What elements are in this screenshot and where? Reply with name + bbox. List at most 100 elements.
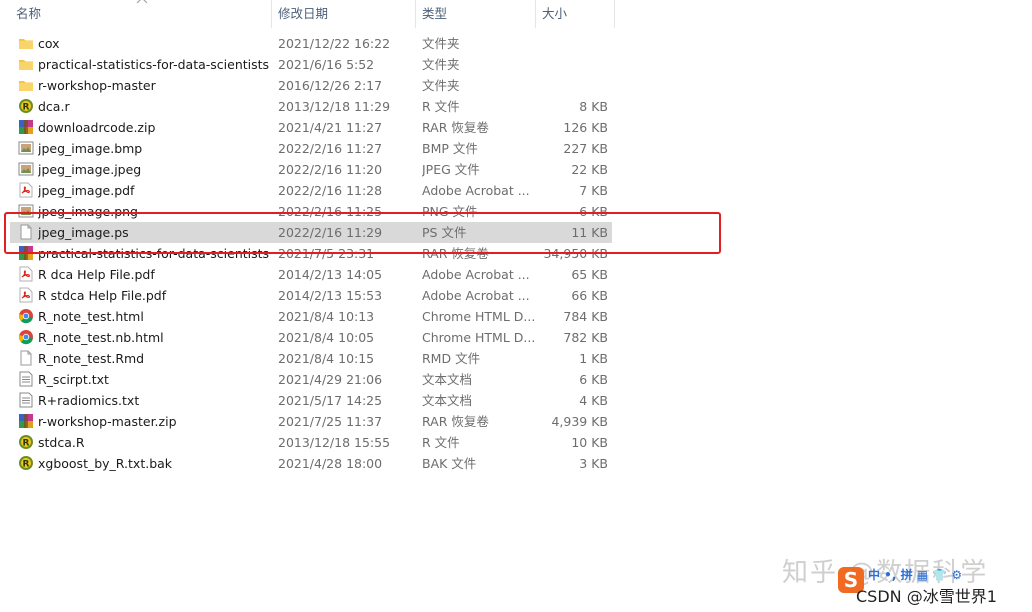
r-file-icon: R — [18, 455, 34, 471]
file-row[interactable]: R stdca Help File.pdf 2014/2/13 15:53 Adob… — [10, 285, 612, 306]
header-name[interactable]: 名称 — [10, 0, 272, 28]
file-size: 3 KB — [579, 456, 608, 471]
file-type: Adobe Acrobat ... — [422, 267, 530, 282]
file-size — [530, 54, 608, 75]
file-size — [530, 33, 608, 54]
watermark-csdn: CSDN @冰雪世界1 — [856, 587, 997, 606]
column-header: 名称 修改日期 类型 大小 — [0, 0, 615, 28]
file-row[interactable]: jpeg_image.png 2022/2/16 11:25 PNG 文件 6 KB — [10, 201, 612, 222]
file-date: 2021/8/4 10:05 — [278, 330, 375, 345]
file-size: 7 KB — [579, 183, 608, 198]
file-type: 文件夹 — [422, 57, 460, 72]
chrome-html-icon — [18, 329, 34, 345]
file-row[interactable]: jpeg_image.bmp 2022/2/16 11:27 BMP 文件 227 K… — [10, 138, 612, 159]
file-row[interactable]: r-workshop-master.zip 2021/7/25 11:37 RAR … — [10, 411, 612, 432]
file-size: 782 KB — [563, 330, 608, 345]
file-name: R stdca Help File.pdf — [38, 288, 167, 303]
rar-archive-icon — [18, 413, 34, 429]
pdf-file-icon — [18, 266, 34, 282]
ime-toolbar: 中 •, 拼 ▦ 👕 ⚙ — [868, 568, 963, 582]
file-type: RAR 恢复卷 — [422, 120, 489, 135]
file-size: 10 KB — [571, 435, 608, 450]
svg-text:R: R — [23, 103, 30, 113]
file-type: RMD 文件 — [422, 351, 481, 366]
file-name: R_scirpt.txt — [38, 372, 109, 387]
file-type: Chrome HTML D... — [422, 309, 534, 324]
file-row[interactable]: R+radiomics.txt 2021/5/17 14:25 文本文档 4 KB — [10, 390, 612, 411]
blank-file-icon — [18, 224, 34, 240]
file-size: 784 KB — [563, 309, 608, 324]
file-name: R+radiomics.txt — [38, 393, 140, 408]
file-type: R 文件 — [422, 99, 460, 114]
file-name: practical-statistics-for-data-scientists… — [38, 246, 270, 261]
header-size[interactable]: 大小 — [536, 0, 615, 28]
file-row[interactable]: practical-statistics-for-data-scientists… — [10, 243, 612, 264]
file-row[interactable]: R_note_test.html 2021/8/4 10:13 Chrome HTM… — [10, 306, 612, 327]
file-row[interactable]: Rdca.r 2013/12/18 11:29 R 文件 8 KB — [10, 96, 612, 117]
file-name: R_note_test.nb.html — [38, 330, 164, 345]
file-row[interactable]: jpeg_image.ps 2022/2/16 11:29 PS 文件 11 KB — [10, 222, 612, 243]
rar-archive-icon — [18, 245, 34, 261]
file-size: 126 KB — [563, 120, 608, 135]
file-size: 4,939 KB — [551, 414, 608, 429]
file-name: stdca.R — [38, 435, 85, 450]
file-name: R_note_test.Rmd — [38, 351, 145, 366]
file-size: 8 KB — [579, 99, 608, 114]
file-date: 2021/6/16 5:52 — [278, 57, 375, 72]
file-name: jpeg_image.bmp — [38, 141, 143, 156]
file-row[interactable]: practical-statistics-for-data-scientists… — [10, 54, 612, 75]
file-row[interactable]: Rstdca.R 2013/12/18 15:55 R 文件 10 KB — [10, 432, 612, 453]
file-type: 文本文档 — [422, 393, 473, 408]
image-file-icon — [18, 161, 34, 177]
file-date: 2021/4/28 18:00 — [278, 456, 383, 471]
rar-archive-icon — [18, 119, 34, 135]
file-type: 文件夹 — [422, 36, 460, 51]
file-name: r-workshop-master.zip — [38, 414, 177, 429]
file-type: Adobe Acrobat ... — [422, 288, 530, 303]
file-type: R 文件 — [422, 435, 460, 450]
file-date: 2021/12/22 16:22 — [278, 36, 391, 51]
file-row[interactable]: cox 2021/12/22 16:22 文件夹 — [10, 33, 612, 54]
file-date: 2021/4/21 11:27 — [278, 120, 383, 135]
file-name: R dca Help File.pdf — [38, 267, 155, 282]
file-date: 2022/2/16 11:25 — [278, 204, 383, 219]
file-name: downloadrcode.zip — [38, 120, 156, 135]
file-date: 2014/2/13 15:53 — [278, 288, 383, 303]
chrome-html-icon — [18, 308, 34, 324]
file-name: dca.r — [38, 99, 70, 114]
file-type: RAR 恢复卷 — [422, 414, 489, 429]
file-name: practical-statistics-for-data-scientists… — [38, 57, 270, 72]
file-size: 65 KB — [571, 267, 608, 282]
file-row[interactable]: Rxgboost_by_R.txt.bak 2021/4/28 18:00 BAK … — [10, 453, 612, 474]
file-row[interactable]: r-workshop-master 2016/12/26 2:17 文件夹 — [10, 75, 612, 96]
header-type[interactable]: 类型 — [416, 0, 536, 28]
file-name: R_note_test.html — [38, 309, 144, 324]
file-row[interactable]: R dca Help File.pdf 2014/2/13 14:05 Adobe … — [10, 264, 612, 285]
svg-text:R: R — [23, 439, 30, 449]
header-date[interactable]: 修改日期 — [272, 0, 416, 28]
file-row[interactable]: jpeg_image.jpeg 2022/2/16 11:20 JPEG 文件 22 … — [10, 159, 612, 180]
file-type: PNG 文件 — [422, 204, 478, 219]
file-date: 2022/2/16 11:27 — [278, 141, 383, 156]
file-size: 227 KB — [563, 141, 608, 156]
file-row[interactable]: jpeg_image.pdf 2022/2/16 11:28 Adobe Acrob… — [10, 180, 612, 201]
file-date: 2021/8/4 10:13 — [278, 309, 375, 324]
file-type: PS 文件 — [422, 225, 467, 240]
folder-icon — [18, 56, 34, 72]
file-date: 2021/7/25 11:37 — [278, 414, 383, 429]
file-type: Adobe Acrobat ... — [422, 183, 530, 198]
file-date: 2016/12/26 2:17 — [278, 78, 383, 93]
file-date: 2021/7/5 23:31 — [278, 246, 375, 261]
file-name: jpeg_image.ps — [38, 225, 129, 240]
file-size: 66 KB — [571, 288, 608, 303]
svg-text:R: R — [23, 460, 30, 470]
file-date: 2022/2/16 11:20 — [278, 162, 383, 177]
file-row[interactable]: R_note_test.Rmd 2021/8/4 10:15 RMD 文件 1 KB — [10, 348, 612, 369]
file-size — [530, 75, 608, 96]
file-date: 2022/2/16 11:28 — [278, 183, 383, 198]
file-size: 6 KB — [579, 204, 608, 219]
file-row[interactable]: R_scirpt.txt 2021/4/29 21:06 文本文档 6 KB — [10, 369, 612, 390]
file-row[interactable]: R_note_test.nb.html 2021/8/4 10:05 Chrome … — [10, 327, 612, 348]
file-row[interactable]: downloadrcode.zip 2021/4/21 11:27 RAR 恢复卷 1… — [10, 117, 612, 138]
file-type: JPEG 文件 — [422, 162, 480, 177]
